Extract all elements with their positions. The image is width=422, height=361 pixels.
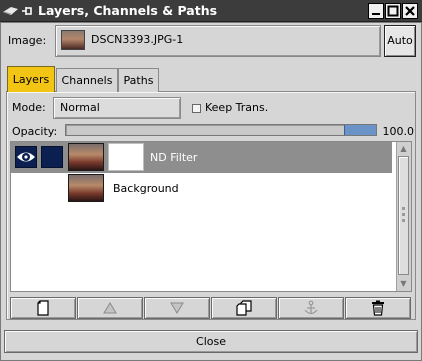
image-label: Image:: [8, 34, 47, 47]
duplicate-layer-button[interactable]: [211, 297, 277, 319]
image-selector-value: DSCN3393.JPG-1: [91, 33, 184, 46]
lower-layer-icon: [170, 302, 184, 314]
layer-thumbnail[interactable]: [68, 174, 104, 202]
scroll-down-icon[interactable]: ▼: [397, 277, 410, 290]
window-menu-icon[interactable]: [2, 3, 20, 19]
delete-layer-icon: [372, 300, 384, 316]
grip-icon: [401, 206, 406, 224]
opacity-slider[interactable]: [65, 124, 377, 136]
delete-layer-button[interactable]: [345, 297, 411, 319]
raise-layer-icon: [103, 302, 117, 314]
anchor-layer-icon: [304, 300, 318, 315]
keep-trans-checkbox[interactable]: [192, 104, 201, 113]
close-window-button[interactable]: [402, 3, 418, 19]
window-title: Layers, Channels & Paths: [38, 3, 218, 18]
mode-label: Mode:: [12, 101, 46, 114]
layer-mask-thumbnail[interactable]: [108, 143, 144, 171]
opacity-slider-handle[interactable]: [344, 125, 376, 135]
tab-channels[interactable]: Channels: [56, 68, 118, 92]
mode-dropdown[interactable]: Normal: [53, 97, 181, 119]
new-layer-button[interactable]: [10, 297, 76, 319]
maximize-button[interactable]: [385, 3, 401, 19]
new-layer-icon: [37, 300, 49, 316]
eye-icon[interactable]: [15, 146, 37, 168]
auto-button[interactable]: Auto: [384, 25, 416, 57]
keep-trans-label[interactable]: Keep Trans.: [205, 101, 268, 115]
layer-link-toggle[interactable]: [41, 146, 63, 168]
layer-name[interactable]: Background: [113, 182, 179, 196]
lower-layer-button[interactable]: [144, 297, 210, 319]
duplicate-layer-icon: [236, 300, 252, 316]
tab-layers[interactable]: Layers: [7, 66, 55, 92]
scroll-up-icon[interactable]: ▲: [397, 142, 410, 155]
anchor-layer-button[interactable]: [278, 297, 344, 319]
minimize-icon: [372, 13, 380, 15]
minimize-button[interactable]: [368, 3, 384, 19]
opacity-value: 100.0: [382, 125, 415, 138]
pin-icon[interactable]: [20, 3, 34, 19]
close-window-icon: [405, 6, 415, 16]
close-button[interactable]: Close: [4, 330, 418, 353]
tab-paths[interactable]: Paths: [118, 68, 159, 92]
opacity-label: Opacity:: [12, 125, 58, 138]
image-thumbnail: [61, 30, 85, 50]
raise-layer-button[interactable]: [77, 297, 143, 319]
layer-name[interactable]: ND Filter: [150, 151, 197, 165]
layer-thumbnail[interactable]: [68, 143, 104, 171]
maximize-icon: [387, 5, 399, 17]
